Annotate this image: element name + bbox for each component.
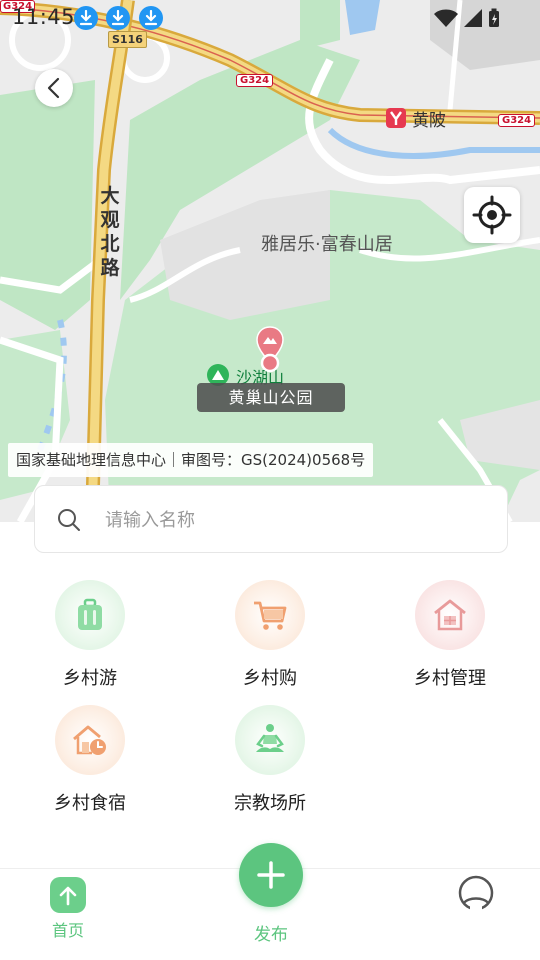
search-bar[interactable] [34, 485, 508, 553]
nav-profile[interactable] [455, 875, 497, 917]
road-label-char: 大 [100, 185, 120, 207]
metro-icon [386, 108, 406, 128]
road-label-char: 北 [100, 233, 120, 255]
location-pin-icon[interactable] [255, 326, 285, 376]
town-label: 黄陂 [412, 111, 446, 131]
system-status-icons [432, 8, 502, 32]
house-grid-icon [434, 599, 466, 631]
nav-home[interactable]: 首页 [38, 877, 98, 941]
publish-label: 发布 [254, 925, 288, 945]
publish-button[interactable] [239, 843, 303, 907]
road-label-char: 路 [100, 257, 120, 279]
feature-icon-circle [55, 705, 125, 775]
status-bar: 11:45 [0, 0, 540, 36]
feature-icon-circle [415, 580, 485, 650]
download-icon [139, 6, 163, 30]
plus-icon [257, 861, 285, 889]
feature-religious-sites[interactable]: 宗教场所 [200, 705, 340, 815]
search-icon [58, 509, 80, 531]
area-label: 雅居乐·富春山居 [261, 234, 393, 255]
feature-label: 乡村游 [63, 668, 117, 689]
house-clock-icon [73, 725, 106, 755]
feature-rural-management[interactable]: 乡村管理 [380, 580, 520, 690]
road-shield-g324: G324 [498, 114, 536, 127]
download-icon [106, 6, 130, 30]
feature-rural-shopping[interactable]: 乡村购 [200, 580, 340, 690]
feature-rural-travel[interactable]: 乡村游 [20, 580, 160, 690]
feature-icon-circle [55, 580, 125, 650]
road-label-daguanbei: 大 观 北 路 [98, 184, 122, 280]
feature-label: 宗教场所 [234, 793, 306, 814]
wifi-icon [434, 9, 458, 27]
profile-icon [458, 875, 494, 911]
map-view[interactable]: 11:45 大 观 北 路 雅居乐·富春山居 黄陂 S116 G324 G324… [0, 0, 540, 522]
feature-rural-lodging[interactable]: 乡村食宿 [20, 705, 160, 815]
road-shield-g324: G324 [236, 74, 274, 87]
selected-poi-label[interactable]: 黄巢山公园 [197, 383, 345, 412]
feature-label: 乡村食宿 [54, 793, 126, 814]
meditation-icon [256, 724, 284, 752]
feature-icon-circle [235, 705, 305, 775]
back-button[interactable] [35, 69, 73, 107]
search-input[interactable] [105, 500, 485, 540]
feature-label: 乡村管理 [414, 668, 486, 689]
nav-home-label: 首页 [51, 921, 84, 940]
feature-icon-circle [235, 580, 305, 650]
status-time: 11:45 [12, 5, 76, 29]
locate-button[interactable] [464, 187, 520, 243]
road-label-char: 观 [100, 209, 120, 231]
feature-label: 乡村购 [243, 668, 297, 689]
home-icon [50, 877, 86, 913]
luggage-icon [78, 598, 102, 630]
download-icon [74, 6, 98, 30]
map-copyright: 国家基础地理信息中心｜审图号：GS(2024)0568号 [8, 443, 374, 477]
shopping-cart-icon [254, 601, 287, 630]
signal-icon [464, 9, 482, 27]
crosshair-icon [472, 195, 512, 235]
